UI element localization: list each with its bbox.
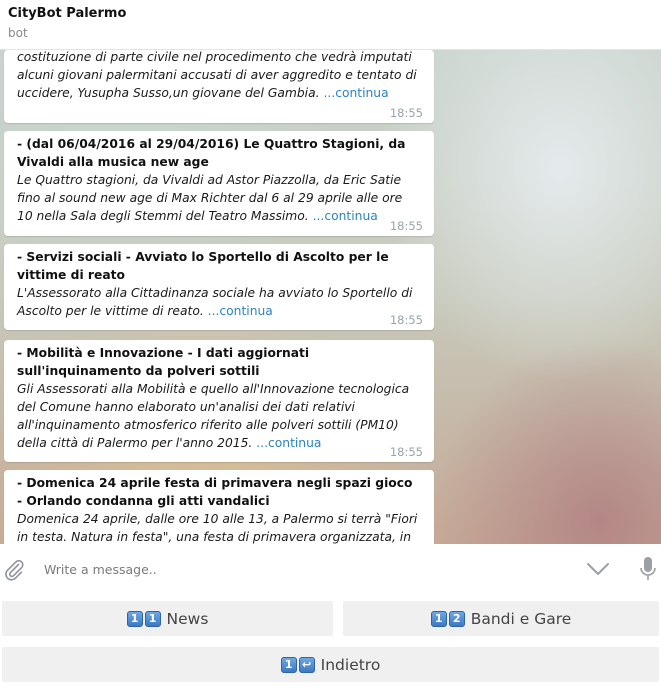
keycap-icon: 1 ↩ — [280, 656, 317, 673]
message-input[interactable] — [38, 556, 558, 582]
keycap-digit: 1 — [144, 610, 161, 627]
indietro-button-label: Indietro — [320, 655, 381, 674]
message-title: - Domenica 24 aprile festa di primavera … — [17, 476, 413, 508]
message-body: Domenica 24 aprile, dalle ore 10 alle 13… — [17, 510, 421, 544]
message-title: - (dal 06/04/2016 al 29/04/2016) Le Quat… — [17, 137, 406, 169]
message-body: costituzione di parte civile nel procedi… — [17, 50, 421, 102]
keycap-icon: 1 1 — [126, 610, 163, 627]
message-title: - Servizi sociali - Avviato lo Sportello… — [17, 250, 389, 282]
message-time: 18:55 — [389, 445, 423, 459]
message-text: Gli Assessorati alla Mobilità e quello a… — [17, 382, 410, 450]
continua-link[interactable]: ...continua — [256, 436, 321, 450]
message-time: 18:55 — [389, 313, 423, 327]
message-composer — [0, 544, 661, 594]
microphone-icon[interactable] — [638, 556, 658, 582]
keycap-digit: 2 — [448, 610, 465, 627]
bandi-e-gare-button[interactable]: 1 2 Bandi e Gare — [343, 601, 659, 636]
message-time: 18:55 — [389, 219, 423, 233]
message-bubble: costituzione di parte civile nel procedi… — [4, 50, 434, 123]
chevron-down-icon[interactable] — [586, 560, 610, 578]
news-button-label: News — [166, 609, 209, 628]
continua-link[interactable]: ...continua — [208, 304, 273, 318]
keycap-digit: 1 — [430, 610, 447, 627]
keycap-digit: 1 — [126, 610, 143, 627]
bot-keyboard: 1 1 News 1 2 Bandi e Gare 1 ↩ Indietro — [0, 594, 661, 689]
message-title: - Mobilità e Innovazione - I dati aggior… — [17, 346, 310, 378]
return-arrow-icon: ↩ — [298, 656, 315, 673]
message-bubble: - (dal 06/04/2016 al 29/04/2016) Le Quat… — [4, 131, 434, 236]
news-button[interactable]: 1 1 News — [2, 601, 333, 636]
message-list[interactable]: costituzione di parte civile nel procedi… — [0, 50, 661, 544]
indietro-button[interactable]: 1 ↩ Indietro — [2, 647, 659, 682]
message-body: L'Assessorato alla Cittadinanza sociale … — [17, 284, 421, 320]
continua-link[interactable]: ...continua — [323, 86, 388, 100]
chat-header: CityBot Palermo bot — [0, 0, 661, 50]
message-time: 18:55 — [389, 106, 423, 120]
bandi-button-label: Bandi e Gare — [470, 609, 572, 628]
message-body: Gli Assessorati alla Mobilità e quello a… — [17, 380, 421, 452]
message-bubble: - Mobilità e Innovazione - I dati aggior… — [4, 340, 434, 462]
keycap-digit: 1 — [280, 656, 297, 673]
chat-title[interactable]: CityBot Palermo — [8, 6, 126, 21]
paperclip-icon[interactable] — [2, 558, 26, 582]
chat-subtitle: bot — [8, 26, 28, 40]
continua-link[interactable]: ...continua — [313, 209, 378, 223]
message-text: Domenica 24 aprile, dalle ore 10 alle 13… — [17, 512, 418, 544]
keycap-icon: 1 2 — [430, 610, 467, 627]
message-bubble: - Domenica 24 aprile festa di primavera … — [4, 470, 434, 544]
message-bubble: - Servizi sociali - Avviato lo Sportello… — [4, 244, 434, 330]
message-body: Le Quattro stagioni, da Vivaldi ad Astor… — [17, 171, 421, 225]
